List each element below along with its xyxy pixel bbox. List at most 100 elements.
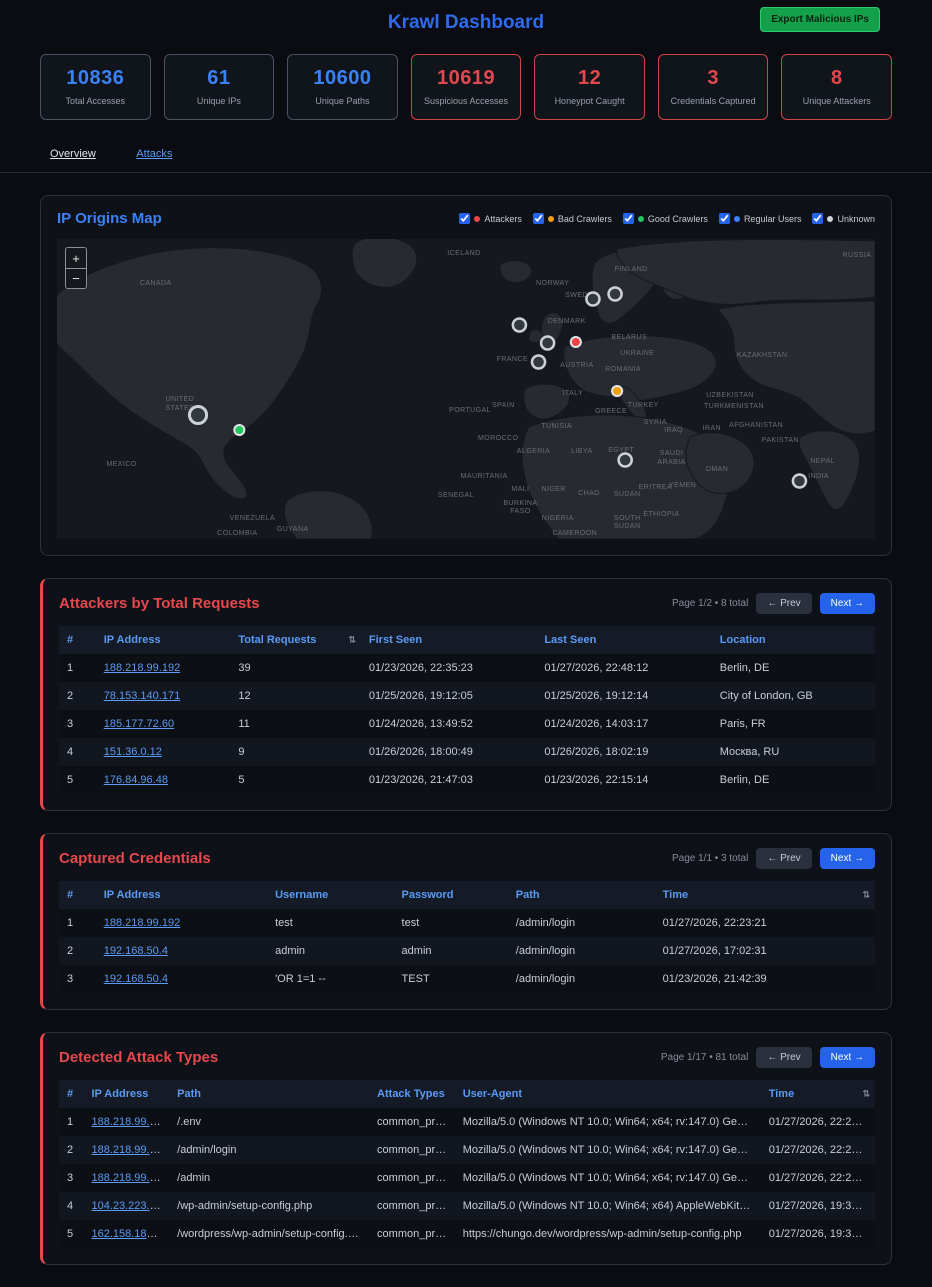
map-marker-cluster[interactable] [513, 319, 526, 332]
cell-location: Paris, FR [712, 710, 875, 738]
map-marker-cluster[interactable] [189, 407, 206, 424]
legend-label: Good Crawlers [648, 214, 708, 224]
map-country-label: SPAIN [492, 402, 515, 409]
map-country-label: INDIA [808, 473, 829, 480]
col-header-attack-types[interactable]: Attack Types [369, 1080, 455, 1108]
map-country-label: MAURITANIA [461, 473, 508, 480]
legend-dot [827, 216, 833, 222]
attack-types-prev-button[interactable]: ← Prev [756, 1047, 811, 1068]
cell-location: Berlin, DE [712, 766, 875, 794]
map-marker-attacker[interactable] [571, 337, 581, 347]
map-legend: AttackersBad CrawlersGood CrawlersRegula… [459, 213, 875, 224]
cell-ip-address: 162.158.182.104 [83, 1220, 169, 1248]
stat-card-unique-ips: 61Unique IPs [164, 54, 275, 120]
map-marker-cluster[interactable] [619, 454, 632, 467]
map-country-label: KAZAKHSTAN [737, 352, 787, 359]
stat-label: Unique Attackers [786, 96, 887, 106]
col-header-password[interactable]: Password [394, 881, 508, 909]
col-header-path[interactable]: Path [169, 1080, 369, 1108]
cell-password: admin [394, 937, 508, 965]
credentials-next-button[interactable]: Next → [820, 848, 875, 869]
attackers-prev-button[interactable]: ← Prev [756, 593, 811, 614]
map-country-label: SUDAN [614, 491, 641, 498]
map-country-label: MEXICO [106, 461, 136, 468]
ip-link[interactable]: 162.158.182.104 [91, 1228, 169, 1240]
col-header-ip-address[interactable]: IP Address [96, 626, 231, 654]
col-header-location[interactable]: Location [712, 626, 875, 654]
map-marker-cluster[interactable] [532, 356, 545, 369]
legend-item-regular-users: Regular Users [719, 213, 802, 224]
map-country-label: CAMEROON [552, 530, 597, 537]
sort-icon[interactable]: ⇅ [348, 635, 356, 646]
map-country-label: ARABIA [657, 459, 685, 466]
ip-link[interactable]: 104.23.223.128 [91, 1200, 167, 1212]
map-marker-cluster[interactable] [609, 288, 622, 301]
attack-types-panel-header: Detected Attack Types Page 1/17 • 81 tot… [59, 1047, 875, 1068]
cell-total-requests: 9 [230, 738, 361, 766]
ip-link[interactable]: 151.36.0.12 [104, 746, 162, 758]
cell-path: /admin/login [169, 1136, 369, 1164]
map-country-label: DENMARK [548, 318, 586, 325]
legend-checkbox-good-crawlers[interactable] [623, 213, 634, 224]
table-row: 5176.84.96.48501/23/2026, 21:47:0301/23/… [59, 766, 875, 794]
stat-label: Total Accesses [45, 96, 146, 106]
col-header-[interactable]: # [59, 881, 96, 909]
ip-link[interactable]: 188.218.99.192 [91, 1172, 167, 1184]
ip-link[interactable]: 188.218.99.192 [91, 1144, 167, 1156]
ip-link[interactable]: 188.218.99.192 [91, 1116, 167, 1128]
ip-link[interactable]: 176.84.96.48 [104, 774, 168, 786]
col-header-total-requests[interactable]: Total Requests⇅ [230, 626, 361, 654]
col-header-time[interactable]: Time⇅ [655, 881, 875, 909]
map-marker-bad[interactable] [612, 386, 622, 396]
col-header-last-seen[interactable]: Last Seen [536, 626, 711, 654]
col-header-ip-address[interactable]: IP Address [96, 881, 267, 909]
credentials-panel: Captured Credentials Page 1/1 • 3 total … [40, 833, 892, 1010]
sort-icon[interactable]: ⇅ [862, 890, 870, 901]
col-header-time[interactable]: Time⇅ [761, 1080, 875, 1108]
credentials-prev-button[interactable]: ← Prev [756, 848, 811, 869]
col-header-username[interactable]: Username [267, 881, 393, 909]
tab-overview[interactable]: Overview [50, 148, 96, 160]
legend-label: Bad Crawlers [558, 214, 612, 224]
legend-label: Regular Users [744, 214, 802, 224]
map-zoom-in-button[interactable]: + [66, 248, 86, 268]
cell-time: 01/27/2026, 22:23:21 [655, 909, 875, 937]
attack-types-next-button[interactable]: Next → [820, 1047, 875, 1068]
legend-checkbox-unknown[interactable] [812, 213, 823, 224]
tab-attacks[interactable]: Attacks [136, 148, 172, 160]
col-header-[interactable]: # [59, 1080, 83, 1108]
col-header-[interactable]: # [59, 626, 96, 654]
col-header-first-seen[interactable]: First Seen [361, 626, 536, 654]
map-country-label: BURKINA [503, 500, 537, 507]
export-malicious-ips-button[interactable]: Export Malicious IPs [760, 7, 880, 32]
ip-link[interactable]: 192.168.50.4 [104, 945, 168, 957]
legend-label: Unknown [837, 214, 875, 224]
attackers-next-button[interactable]: Next → [820, 593, 875, 614]
legend-checkbox-regular-users[interactable] [719, 213, 730, 224]
map-marker-cluster[interactable] [541, 337, 554, 350]
map-marker-cluster[interactable] [586, 293, 599, 306]
cell-username: 'OR 1=1 -- [267, 965, 393, 993]
sort-icon[interactable]: ⇅ [862, 1089, 870, 1100]
map-marker-good[interactable] [234, 425, 244, 435]
map-country-label: SOUTH [614, 515, 641, 522]
ip-link[interactable]: 185.177.72.60 [104, 718, 174, 730]
col-header-path[interactable]: Path [508, 881, 655, 909]
ip-link[interactable]: 192.168.50.4 [104, 973, 168, 985]
cell-time: 01/23/2026, 21:42:39 [655, 965, 875, 993]
col-header-ip-address[interactable]: IP Address [83, 1080, 169, 1108]
ip-link[interactable]: 78.153.140.171 [104, 690, 180, 702]
map-country-label: PAKISTAN [762, 437, 799, 444]
map-country-label: FINLAND [615, 266, 648, 273]
legend-checkbox-bad-crawlers[interactable] [533, 213, 544, 224]
legend-checkbox-attackers[interactable] [459, 213, 470, 224]
ip-link[interactable]: 188.218.99.192 [104, 662, 180, 674]
ip-link[interactable]: 188.218.99.192 [104, 917, 180, 929]
col-header-user-agent[interactable]: User-Agent [455, 1080, 761, 1108]
table-header-row: #IP AddressPathAttack TypesUser-AgentTim… [59, 1080, 875, 1108]
cell-first-seen: 01/25/2026, 19:12:05 [361, 682, 536, 710]
map-country-label: COLOMBIA [217, 530, 257, 537]
map-marker-cluster[interactable] [793, 475, 806, 488]
map-zoom-out-button[interactable]: − [66, 268, 86, 288]
world-map[interactable]: ICELANDRUSSIACANADANORWAYSWEDENFINLANDDE… [57, 239, 875, 539]
